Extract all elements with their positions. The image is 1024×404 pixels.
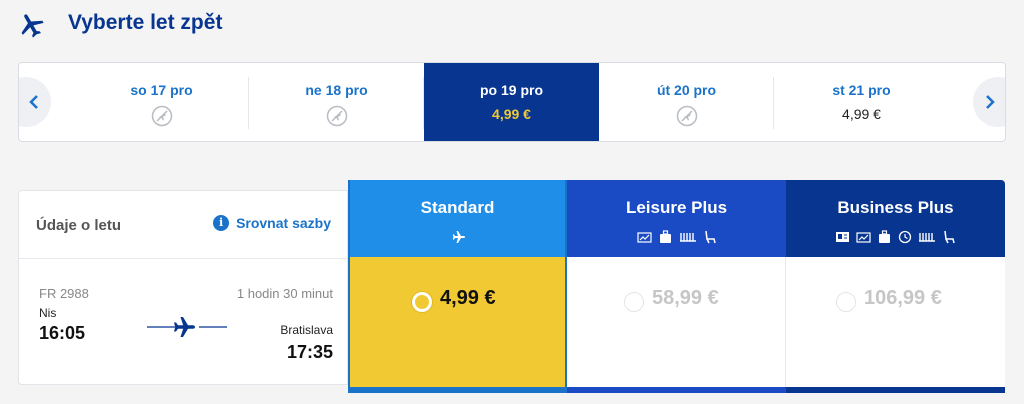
arrival-time: 17:35	[286, 342, 333, 362]
fast-track-icon	[898, 230, 912, 244]
date-label: po 19 pro	[479, 82, 543, 98]
flight-details-card: Údaje o letu i Srovnat sazby FR 2988 Nis…	[18, 190, 348, 385]
no-flight-icon	[676, 105, 697, 127]
no-flight-icon	[151, 105, 172, 127]
fare-name: Standard	[420, 198, 495, 217]
departure-time: 16:05	[39, 323, 86, 343]
id-card-icon	[836, 232, 849, 242]
chevron-left-icon	[29, 95, 38, 109]
fare-leisure-plus: Leisure Plus 58,99 €	[567, 180, 786, 393]
fare-radio[interactable]	[624, 292, 644, 312]
seat-row-icon	[919, 233, 935, 242]
fare-header: Business Plus	[786, 180, 1005, 257]
fare-standard: Standard 4,99 €	[348, 180, 567, 393]
plane-return-icon	[21, 14, 44, 38]
fare-select-standard[interactable]: 4,99 €	[350, 257, 565, 387]
plane-icon	[452, 231, 465, 243]
date-option-tue-20[interactable]: út 20 pro	[599, 63, 774, 141]
flexible-ticket-icon	[856, 232, 871, 243]
compare-fares-link[interactable]: i Srovnat sazby	[213, 215, 331, 231]
fare-radio-selected[interactable]	[412, 292, 432, 312]
page-title: Vyberte let zpět	[68, 11, 223, 34]
prev-dates-button[interactable]	[19, 77, 51, 127]
chevron-right-icon	[986, 95, 995, 109]
date-label: so 17 pro	[130, 82, 193, 98]
fare-bottom-bar	[350, 387, 565, 393]
fare-header: Standard	[350, 180, 565, 257]
fare-bottom-bar	[786, 387, 1005, 393]
destination-city: Bratislava	[280, 323, 333, 337]
origin-city: Nis	[39, 306, 57, 320]
page-header: Vyberte let zpět	[0, 0, 1024, 48]
date-price: 4,99 €	[842, 106, 881, 122]
date-option-wed-21[interactable]: st 21 pro 4,99 €	[774, 63, 949, 141]
fare-name: Business Plus	[837, 198, 954, 217]
date-selector: so 17 pro ne 18 pro po 19 pro 4,99 € út …	[18, 62, 1006, 142]
fare-business-plus: Business Plus 106,99 €	[786, 180, 1005, 393]
no-flight-icon	[326, 105, 347, 127]
fare-price: 4,99 €	[440, 287, 496, 309]
fare-benefit-icons	[350, 230, 565, 244]
fare-price: 58,99 €	[652, 287, 719, 309]
fare-radio[interactable]	[836, 292, 856, 312]
date-option-mon-19[interactable]: po 19 pro 4,99 €	[424, 63, 599, 141]
info-icon: i	[213, 215, 230, 231]
date-price: 4,99 €	[492, 106, 531, 122]
reserved-seat-icon	[944, 230, 955, 244]
fare-bottom-bar	[567, 387, 786, 393]
fare-price: 106,99 €	[864, 287, 942, 309]
seat-row-icon	[679, 233, 696, 242]
fare-select-leisure-plus[interactable]: 58,99 €	[567, 257, 786, 387]
reserved-seat-icon	[704, 230, 716, 244]
date-label: út 20 pro	[656, 82, 717, 98]
fare-name: Leisure Plus	[625, 198, 728, 217]
flight-details-header: Údaje o letu i Srovnat sazby	[19, 191, 347, 259]
compare-fares-label: Srovnat sazby	[236, 215, 331, 231]
flight-summary: FR 2988 Nis 16:05 1 hodin 30 minut Brati…	[19, 259, 347, 386]
date-label: ne 18 pro	[305, 82, 368, 98]
route-plane-icon	[147, 317, 227, 337]
cabin-bag-icon	[879, 230, 890, 243]
fare-benefit-icons	[567, 230, 786, 244]
flight-duration: 1 hodin 30 minut	[236, 286, 333, 301]
date-option-sat-17[interactable]: so 17 pro	[74, 63, 249, 141]
next-dates-button[interactable]	[973, 77, 1005, 127]
fare-benefit-icons	[786, 230, 1005, 244]
cabin-bag-icon	[659, 230, 671, 243]
date-option-sun-18[interactable]: ne 18 pro	[249, 63, 424, 141]
flight-number: FR 2988	[39, 286, 89, 301]
flexible-ticket-icon	[636, 232, 652, 243]
fare-header: Leisure Plus	[567, 180, 786, 257]
flight-details-label: Údaje o letu	[36, 217, 122, 234]
date-label: st 21 pro	[832, 82, 891, 98]
fare-select-business-plus[interactable]: 106,99 €	[786, 257, 1005, 387]
